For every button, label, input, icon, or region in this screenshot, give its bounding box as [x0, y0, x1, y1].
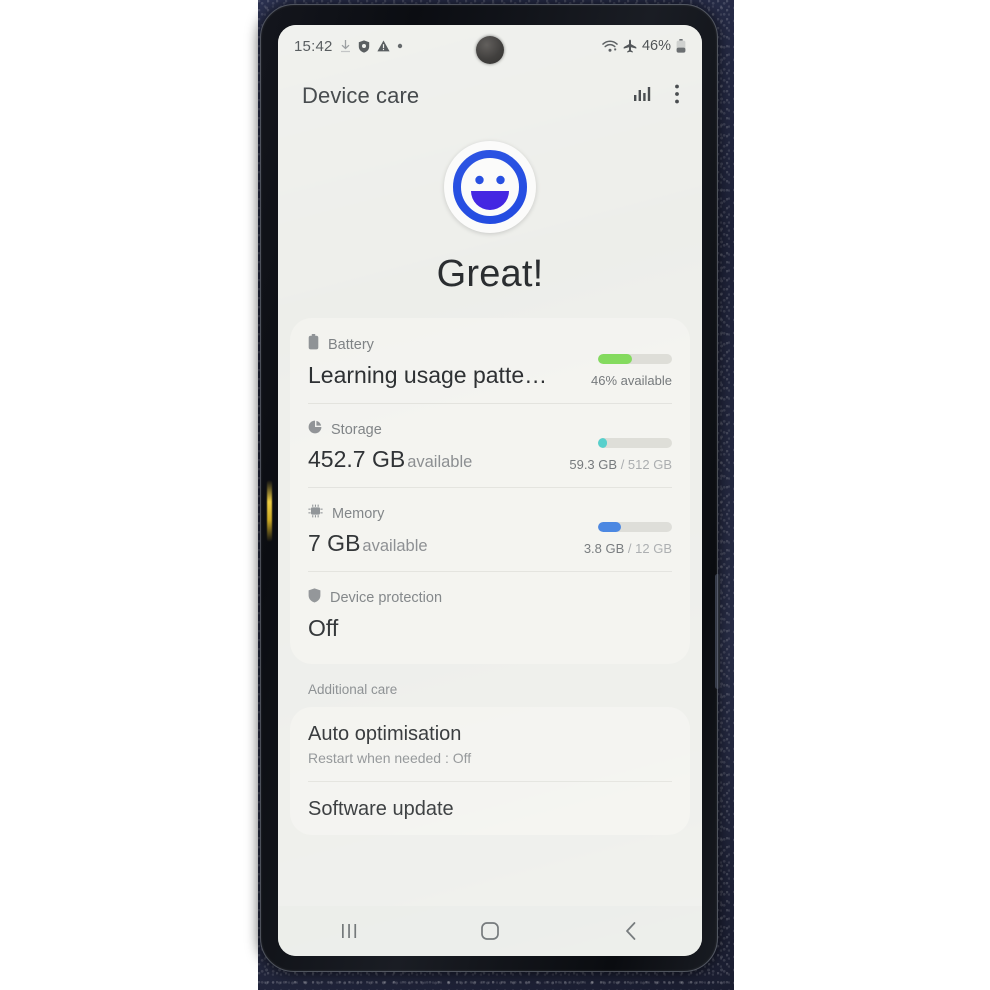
metric-right: 3.8 GB / 12 GB	[552, 522, 672, 557]
battery-icon	[308, 334, 319, 355]
back-icon[interactable]	[601, 911, 661, 951]
battery-progress-bar	[598, 354, 672, 364]
metric-label: Battery	[328, 336, 374, 353]
status-bar: 15:42 46%	[278, 25, 702, 67]
metric-head: Battery	[308, 334, 552, 355]
section-header-additional-care: Additional care	[308, 682, 398, 697]
warning-triangle-icon	[376, 40, 390, 52]
bar-chart-icon[interactable]	[632, 84, 652, 109]
metric-sub-total: / 512 GB	[620, 457, 672, 472]
metric-left: Memory 7 GB available	[308, 504, 552, 557]
metric-left: Battery Learning usage patterns…	[308, 334, 552, 389]
front-camera-punch-hole	[476, 36, 504, 64]
metric-value-number: 452.7 GB	[308, 446, 406, 472]
device-status-hero: Great!	[278, 125, 702, 318]
memory-progress-fill	[598, 522, 622, 532]
metric-sub: 59.3 GB / 512 GB	[552, 457, 672, 472]
airplane-mode-icon	[623, 39, 637, 53]
metric-sub-primary: 46% available	[591, 373, 672, 388]
memory-progress-bar	[598, 522, 672, 532]
wifi-icon	[602, 39, 618, 53]
metric-label: Device protection	[330, 590, 443, 606]
bezel-highlight	[267, 480, 272, 542]
additional-care-card: Auto optimisation Restart when needed : …	[290, 707, 690, 835]
storage-progress-bar	[598, 438, 672, 448]
list-item-software-update[interactable]: Software update	[308, 781, 672, 835]
metric-value-unit: available	[362, 537, 428, 555]
list-item-subtitle: Restart when needed : Off	[308, 750, 472, 766]
recents-icon[interactable]	[319, 911, 379, 951]
metric-value: Off	[308, 615, 339, 641]
storage-progress-fill	[598, 438, 607, 448]
metric-value: 452.7 GB available	[308, 446, 552, 473]
metric-head: Memory	[308, 504, 552, 523]
metric-right: 59.3 GB / 512 GB	[552, 438, 672, 473]
app-bar: Device care	[278, 67, 702, 125]
battery-progress-fill	[598, 354, 633, 364]
shield-icon	[358, 39, 370, 53]
metric-value: Learning usage patterns…	[308, 362, 552, 388]
list-item-title: Software update	[308, 798, 454, 820]
metric-sub-primary: 3.8 GB	[583, 541, 625, 556]
device-status-text: Great!	[436, 253, 544, 295]
list-item-title: Auto optimisation	[308, 723, 462, 745]
list-item-auto-optimisation[interactable]: Auto optimisation Restart when needed : …	[308, 707, 672, 781]
status-bar-right: 46%	[602, 38, 686, 54]
metric-left: Storage 452.7 GB available	[308, 420, 552, 473]
metric-left: Device protection Off	[308, 588, 552, 642]
metric-right	[552, 641, 672, 642]
metric-label: Storage	[331, 421, 382, 438]
power-button[interactable]	[715, 574, 720, 689]
more-options-icon[interactable]	[674, 83, 680, 110]
status-time: 15:42	[294, 37, 333, 55]
phone-screen: 15:42 46% Device care Great! Battery Lea…	[278, 25, 702, 956]
metric-label: Memory	[332, 505, 385, 522]
metric-sub: 3.8 GB / 12 GB	[552, 541, 672, 556]
metric-value-unit: available	[407, 453, 473, 471]
metric-head: Storage	[308, 420, 552, 439]
dot-icon	[397, 43, 403, 49]
home-icon[interactable]	[460, 911, 520, 951]
storage-pie-icon	[308, 420, 322, 439]
battery-icon	[676, 39, 686, 53]
metric-sub-primary: 59.3 GB	[569, 457, 618, 472]
status-bar-left: 15:42	[294, 38, 403, 55]
metric-value-number: 7 GB	[308, 530, 361, 556]
page-title: Device care	[302, 83, 420, 108]
scroll-content[interactable]: Great! Battery Learning usage patterns…	[278, 125, 702, 906]
system-navigation-bar	[278, 906, 702, 956]
metric-sub-total: / 12 GB	[627, 541, 672, 556]
metric-right: 46% available	[552, 354, 672, 389]
metric-row-memory[interactable]: Memory 7 GB available 3.8 GB / 12 GB	[308, 487, 672, 571]
photo-backdrop: 15:42 46% Device care Great! Battery Lea…	[0, 0, 990, 990]
metric-row-battery[interactable]: Battery Learning usage patterns… 46% ava…	[308, 318, 672, 403]
metric-value: 7 GB available	[308, 530, 552, 557]
smiley-face-icon	[444, 141, 536, 233]
download-icon	[340, 39, 351, 53]
metric-row-storage[interactable]: Storage 452.7 GB available 59.3 GB / 512 …	[308, 403, 672, 487]
metric-head: Device protection	[308, 588, 552, 608]
device-metrics-card: Battery Learning usage patterns… 46% ava…	[290, 318, 690, 664]
battery-percent-label: 46%	[641, 38, 671, 54]
metric-sub: 46% available	[552, 373, 672, 388]
shield-icon	[308, 588, 321, 608]
metric-row-device-protection[interactable]: Device protection Off	[308, 571, 672, 664]
memory-chip-icon	[308, 504, 323, 523]
app-bar-actions	[632, 83, 680, 110]
